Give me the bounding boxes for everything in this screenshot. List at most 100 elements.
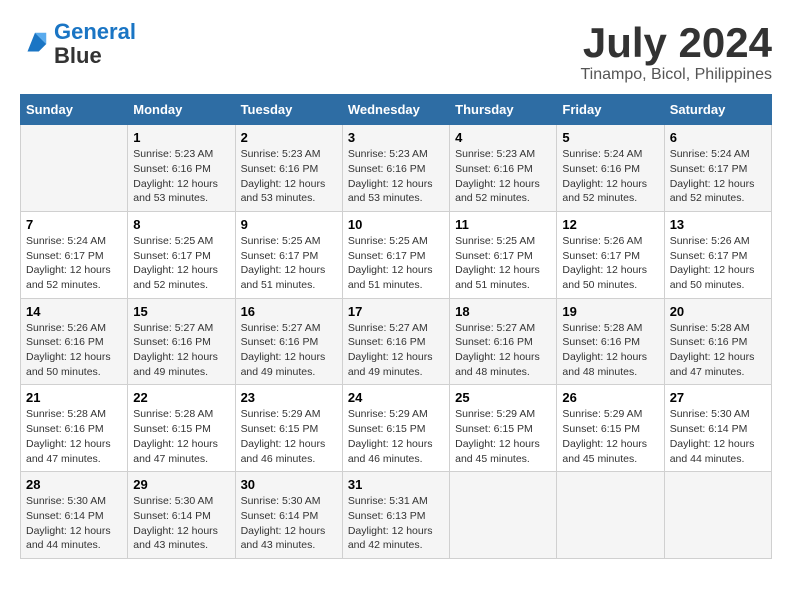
calendar-cell: 11 Sunrise: 5:25 AMSunset: 6:17 PMDaylig… <box>450 211 557 298</box>
col-wednesday: Wednesday <box>342 95 449 125</box>
day-info: Sunrise: 5:25 AMSunset: 6:17 PMDaylight:… <box>241 234 337 293</box>
calendar-week-1: 1 Sunrise: 5:23 AMSunset: 6:16 PMDayligh… <box>21 125 772 212</box>
logo-text: General Blue <box>54 20 136 68</box>
calendar-cell: 8 Sunrise: 5:25 AMSunset: 6:17 PMDayligh… <box>128 211 235 298</box>
day-info: Sunrise: 5:28 AMSunset: 6:16 PMDaylight:… <box>26 407 122 466</box>
calendar-cell: 2 Sunrise: 5:23 AMSunset: 6:16 PMDayligh… <box>235 125 342 212</box>
calendar-cell: 20 Sunrise: 5:28 AMSunset: 6:16 PMDaylig… <box>664 298 771 385</box>
col-saturday: Saturday <box>664 95 771 125</box>
calendar-cell: 7 Sunrise: 5:24 AMSunset: 6:17 PMDayligh… <box>21 211 128 298</box>
calendar-cell: 19 Sunrise: 5:28 AMSunset: 6:16 PMDaylig… <box>557 298 664 385</box>
day-number: 12 <box>562 217 658 232</box>
day-info: Sunrise: 5:30 AMSunset: 6:14 PMDaylight:… <box>241 494 337 553</box>
calendar-week-2: 7 Sunrise: 5:24 AMSunset: 6:17 PMDayligh… <box>21 211 772 298</box>
calendar-cell: 18 Sunrise: 5:27 AMSunset: 6:16 PMDaylig… <box>450 298 557 385</box>
day-info: Sunrise: 5:23 AMSunset: 6:16 PMDaylight:… <box>133 147 229 206</box>
day-number: 7 <box>26 217 122 232</box>
day-number: 11 <box>455 217 551 232</box>
day-number: 28 <box>26 477 122 492</box>
calendar-cell: 12 Sunrise: 5:26 AMSunset: 6:17 PMDaylig… <box>557 211 664 298</box>
day-info: Sunrise: 5:27 AMSunset: 6:16 PMDaylight:… <box>455 321 551 380</box>
day-info: Sunrise: 5:29 AMSunset: 6:15 PMDaylight:… <box>241 407 337 466</box>
calendar-cell: 10 Sunrise: 5:25 AMSunset: 6:17 PMDaylig… <box>342 211 449 298</box>
day-info: Sunrise: 5:27 AMSunset: 6:16 PMDaylight:… <box>241 321 337 380</box>
calendar-table: Sunday Monday Tuesday Wednesday Thursday… <box>20 94 772 559</box>
col-sunday: Sunday <box>21 95 128 125</box>
day-info: Sunrise: 5:23 AMSunset: 6:16 PMDaylight:… <box>241 147 337 206</box>
calendar-cell <box>21 125 128 212</box>
calendar-cell: 25 Sunrise: 5:29 AMSunset: 6:15 PMDaylig… <box>450 385 557 472</box>
day-number: 5 <box>562 130 658 145</box>
calendar-cell: 31 Sunrise: 5:31 AMSunset: 6:13 PMDaylig… <box>342 472 449 559</box>
logo-icon <box>20 29 50 59</box>
day-info: Sunrise: 5:26 AMSunset: 6:17 PMDaylight:… <box>562 234 658 293</box>
calendar-cell: 27 Sunrise: 5:30 AMSunset: 6:14 PMDaylig… <box>664 385 771 472</box>
calendar-cell: 24 Sunrise: 5:29 AMSunset: 6:15 PMDaylig… <box>342 385 449 472</box>
day-info: Sunrise: 5:24 AMSunset: 6:17 PMDaylight:… <box>26 234 122 293</box>
calendar-cell: 4 Sunrise: 5:23 AMSunset: 6:16 PMDayligh… <box>450 125 557 212</box>
day-number: 26 <box>562 390 658 405</box>
day-info: Sunrise: 5:23 AMSunset: 6:16 PMDaylight:… <box>455 147 551 206</box>
day-info: Sunrise: 5:26 AMSunset: 6:17 PMDaylight:… <box>670 234 766 293</box>
calendar-week-3: 14 Sunrise: 5:26 AMSunset: 6:16 PMDaylig… <box>21 298 772 385</box>
calendar-cell: 16 Sunrise: 5:27 AMSunset: 6:16 PMDaylig… <box>235 298 342 385</box>
calendar-cell: 13 Sunrise: 5:26 AMSunset: 6:17 PMDaylig… <box>664 211 771 298</box>
day-info: Sunrise: 5:28 AMSunset: 6:16 PMDaylight:… <box>670 321 766 380</box>
day-number: 21 <box>26 390 122 405</box>
calendar-cell: 17 Sunrise: 5:27 AMSunset: 6:16 PMDaylig… <box>342 298 449 385</box>
calendar-cell <box>450 472 557 559</box>
day-number: 13 <box>670 217 766 232</box>
calendar-cell: 15 Sunrise: 5:27 AMSunset: 6:16 PMDaylig… <box>128 298 235 385</box>
day-info: Sunrise: 5:30 AMSunset: 6:14 PMDaylight:… <box>26 494 122 553</box>
day-number: 8 <box>133 217 229 232</box>
day-number: 19 <box>562 304 658 319</box>
day-number: 20 <box>670 304 766 319</box>
day-number: 30 <box>241 477 337 492</box>
calendar-cell: 1 Sunrise: 5:23 AMSunset: 6:16 PMDayligh… <box>128 125 235 212</box>
calendar-cell: 22 Sunrise: 5:28 AMSunset: 6:15 PMDaylig… <box>128 385 235 472</box>
day-info: Sunrise: 5:27 AMSunset: 6:16 PMDaylight:… <box>133 321 229 380</box>
calendar-cell: 30 Sunrise: 5:30 AMSunset: 6:14 PMDaylig… <box>235 472 342 559</box>
calendar-cell <box>664 472 771 559</box>
day-number: 16 <box>241 304 337 319</box>
calendar-cell: 5 Sunrise: 5:24 AMSunset: 6:16 PMDayligh… <box>557 125 664 212</box>
day-info: Sunrise: 5:29 AMSunset: 6:15 PMDaylight:… <box>348 407 444 466</box>
day-number: 2 <box>241 130 337 145</box>
day-number: 29 <box>133 477 229 492</box>
day-info: Sunrise: 5:27 AMSunset: 6:16 PMDaylight:… <box>348 321 444 380</box>
day-info: Sunrise: 5:23 AMSunset: 6:16 PMDaylight:… <box>348 147 444 206</box>
col-monday: Monday <box>128 95 235 125</box>
day-number: 27 <box>670 390 766 405</box>
calendar-cell: 23 Sunrise: 5:29 AMSunset: 6:15 PMDaylig… <box>235 385 342 472</box>
day-info: Sunrise: 5:28 AMSunset: 6:16 PMDaylight:… <box>562 321 658 380</box>
col-friday: Friday <box>557 95 664 125</box>
calendar-cell: 9 Sunrise: 5:25 AMSunset: 6:17 PMDayligh… <box>235 211 342 298</box>
day-number: 4 <box>455 130 551 145</box>
day-number: 15 <box>133 304 229 319</box>
day-info: Sunrise: 5:24 AMSunset: 6:16 PMDaylight:… <box>562 147 658 206</box>
calendar-cell <box>557 472 664 559</box>
calendar-cell: 14 Sunrise: 5:26 AMSunset: 6:16 PMDaylig… <box>21 298 128 385</box>
day-number: 24 <box>348 390 444 405</box>
calendar-cell: 3 Sunrise: 5:23 AMSunset: 6:16 PMDayligh… <box>342 125 449 212</box>
day-number: 22 <box>133 390 229 405</box>
day-number: 23 <box>241 390 337 405</box>
day-info: Sunrise: 5:26 AMSunset: 6:16 PMDaylight:… <box>26 321 122 380</box>
month-title: July 2024 <box>581 20 773 66</box>
day-info: Sunrise: 5:29 AMSunset: 6:15 PMDaylight:… <box>562 407 658 466</box>
day-info: Sunrise: 5:30 AMSunset: 6:14 PMDaylight:… <box>133 494 229 553</box>
calendar-week-4: 21 Sunrise: 5:28 AMSunset: 6:16 PMDaylig… <box>21 385 772 472</box>
day-number: 10 <box>348 217 444 232</box>
calendar-header-row: Sunday Monday Tuesday Wednesday Thursday… <box>21 95 772 125</box>
day-info: Sunrise: 5:24 AMSunset: 6:17 PMDaylight:… <box>670 147 766 206</box>
day-info: Sunrise: 5:28 AMSunset: 6:15 PMDaylight:… <box>133 407 229 466</box>
day-number: 18 <box>455 304 551 319</box>
day-info: Sunrise: 5:25 AMSunset: 6:17 PMDaylight:… <box>133 234 229 293</box>
title-block: July 2024 Tinampo, Bicol, Philippines <box>581 20 773 84</box>
day-info: Sunrise: 5:31 AMSunset: 6:13 PMDaylight:… <box>348 494 444 553</box>
day-number: 1 <box>133 130 229 145</box>
calendar-cell: 28 Sunrise: 5:30 AMSunset: 6:14 PMDaylig… <box>21 472 128 559</box>
calendar-cell: 21 Sunrise: 5:28 AMSunset: 6:16 PMDaylig… <box>21 385 128 472</box>
location: Tinampo, Bicol, Philippines <box>581 66 773 84</box>
calendar-cell: 26 Sunrise: 5:29 AMSunset: 6:15 PMDaylig… <box>557 385 664 472</box>
